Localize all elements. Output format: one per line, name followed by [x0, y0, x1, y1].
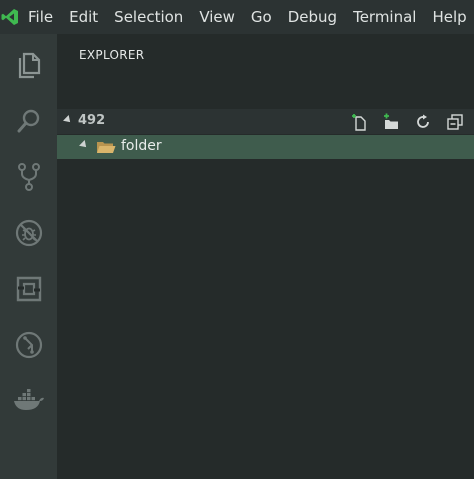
activity-docker[interactable]: [0, 373, 57, 429]
no-bug-icon: [15, 219, 42, 247]
chevron-down-icon[interactable]: [63, 115, 73, 125]
source-control-icon: [17, 163, 40, 191]
new-folder-icon[interactable]: [380, 112, 402, 132]
menu-help[interactable]: Help: [424, 0, 474, 34]
explorer-sidebar: EXPLORER 492 folder: [57, 34, 474, 479]
files-icon: [18, 52, 40, 79]
chevron-down-icon[interactable]: [79, 140, 89, 150]
menu-view[interactable]: View: [191, 0, 243, 34]
title-bar: File Edit Selection View Go Debug Termin…: [0, 0, 474, 34]
extensions-icon: [16, 276, 41, 302]
menu-edit[interactable]: Edit: [61, 0, 106, 34]
activity-debug[interactable]: [0, 205, 57, 261]
activity-search[interactable]: [0, 93, 57, 149]
git-history-icon: [15, 331, 42, 359]
activity-bar: [0, 34, 57, 479]
new-file-icon[interactable]: [348, 112, 370, 132]
menu-selection[interactable]: Selection: [106, 0, 191, 34]
menu-bar: File Edit Selection View Go Debug Termin…: [20, 0, 474, 34]
menu-terminal[interactable]: Terminal: [345, 0, 424, 34]
menu-debug[interactable]: Debug: [280, 0, 345, 34]
activity-extensions[interactable]: [0, 261, 57, 317]
tree-item-folder[interactable]: folder: [57, 135, 474, 159]
activity-explorer[interactable]: [0, 37, 57, 93]
workspace-section-header[interactable]: 492: [57, 109, 474, 134]
menu-go[interactable]: Go: [243, 0, 280, 34]
tree-item-label: folder: [121, 138, 162, 154]
sidebar-title: EXPLORER: [79, 48, 145, 62]
refresh-icon[interactable]: [412, 112, 434, 132]
search-icon: [17, 109, 39, 133]
docker-icon: [13, 389, 44, 410]
collapse-all-icon[interactable]: [444, 112, 466, 132]
workspace-name: 492: [78, 113, 106, 128]
activity-git-history[interactable]: [0, 317, 57, 373]
activity-source-control[interactable]: [0, 149, 57, 205]
vscode-logo-icon: [0, 0, 20, 34]
menu-file[interactable]: File: [20, 0, 61, 34]
folder-open-icon: [97, 142, 116, 153]
